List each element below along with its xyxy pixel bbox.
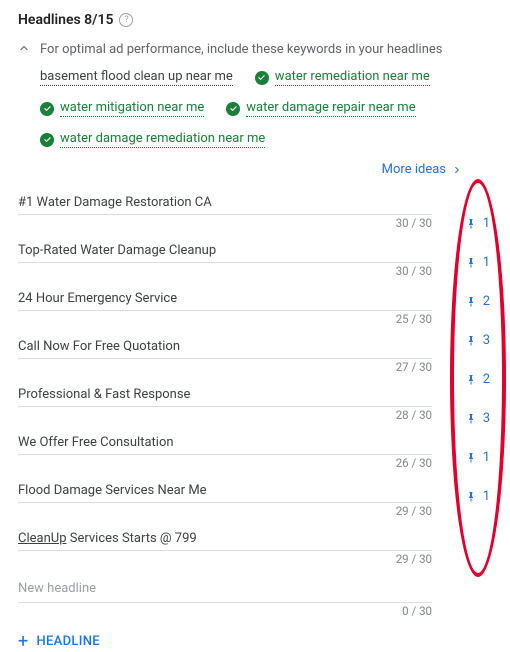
pin-indicator[interactable]: 3 <box>465 333 490 348</box>
pins-column: 1 1 2 3 2 3 1 1 <box>465 216 490 504</box>
keyword-text: water damage remediation near me <box>60 131 265 148</box>
headline-text: #1 Water Damage Restoration CA <box>18 195 212 211</box>
headline-row[interactable]: Top-Rated Water Damage Cleanup 30 / 30 <box>18 233 432 263</box>
keyword-text: water remediation near me <box>275 69 430 86</box>
pin-indicator[interactable]: 1 <box>465 216 490 231</box>
headlines-title: Headlines 8/15 <box>18 12 113 28</box>
suggestion-intro-text: For optimal ad performance, include thes… <box>40 42 442 57</box>
headline-char-count: 29 / 30 <box>396 552 432 566</box>
keyword-item[interactable]: water damage repair near me <box>226 100 415 117</box>
headline-char-count: 30 / 30 <box>396 216 432 230</box>
headline-row[interactable]: CleanUp Services Starts @ 799 29 / 30 <box>18 521 432 551</box>
headline-text: CleanUp Services Starts @ 799 <box>18 531 197 547</box>
more-ideas-label: More ideas <box>382 162 446 177</box>
help-icon[interactable]: ? <box>119 13 133 27</box>
headline-row[interactable]: Call Now For Free Quotation 27 / 30 <box>18 329 432 359</box>
check-icon <box>40 133 54 147</box>
pin-icon <box>465 490 477 504</box>
headline-row[interactable]: We Offer Free Consultation 26 / 30 <box>18 425 432 455</box>
headline-char-count: 30 / 30 <box>396 264 432 278</box>
headline-text: Professional & Fast Response <box>18 387 190 403</box>
headlines-header: Headlines 8/15 ? <box>18 12 492 28</box>
keyword-item[interactable]: basement flood clean up near me <box>40 69 233 86</box>
more-ideas-link[interactable]: More ideas <box>382 162 462 177</box>
check-icon <box>40 102 54 116</box>
keyword-text: basement flood clean up near me <box>40 69 233 86</box>
pin-icon <box>465 217 477 231</box>
keyword-suggestions: basement flood clean up near me water re… <box>18 69 492 148</box>
pin-icon <box>465 373 477 387</box>
pin-icon <box>465 412 477 426</box>
headline-text: 24 Hour Emergency Service <box>18 291 177 307</box>
pin-indicator[interactable]: 3 <box>465 411 490 426</box>
add-headline-button[interactable]: + HEADLINE <box>18 631 100 652</box>
pin-indicator[interactable]: 2 <box>465 372 490 387</box>
check-icon <box>255 71 269 85</box>
pin-indicator[interactable]: 1 <box>465 450 490 465</box>
keyword-item[interactable]: water remediation near me <box>255 69 430 86</box>
pin-icon <box>465 256 477 270</box>
suggestion-intro-row[interactable]: For optimal ad performance, include thes… <box>18 42 492 57</box>
headline-row[interactable]: Flood Damage Services Near Me 29 / 30 <box>18 473 432 503</box>
pin-icon <box>465 334 477 348</box>
pin-indicator[interactable]: 1 <box>465 489 490 504</box>
plus-icon: + <box>18 631 29 652</box>
check-icon <box>226 102 240 116</box>
pin-indicator[interactable]: 2 <box>465 294 490 309</box>
pin-icon <box>465 295 477 309</box>
headline-char-count: 26 / 30 <box>396 456 432 470</box>
headline-char-count: 25 / 30 <box>396 312 432 326</box>
headline-char-count: 27 / 30 <box>396 360 432 374</box>
headline-char-count: 29 / 30 <box>396 504 432 518</box>
pin-indicator[interactable]: 1 <box>465 255 490 270</box>
headlines-list: #1 Water Damage Restoration CA 30 / 30 T… <box>18 185 432 603</box>
headline-char-count: 28 / 30 <box>396 408 432 422</box>
new-headline-input[interactable]: New headline 0 / 30 <box>18 569 432 603</box>
headline-text: Top-Rated Water Damage Cleanup <box>18 243 216 259</box>
headline-text: Flood Damage Services Near Me <box>18 483 207 499</box>
headline-row[interactable]: #1 Water Damage Restoration CA 30 / 30 <box>18 185 432 215</box>
keyword-text: water mitigation near me <box>60 100 204 117</box>
more-ideas-row: More ideas <box>18 162 462 177</box>
pin-icon <box>465 451 477 465</box>
headline-text: We Offer Free Consultation <box>18 435 174 451</box>
keyword-item[interactable]: water mitigation near me <box>40 100 204 117</box>
chevron-right-icon <box>452 165 462 175</box>
chevron-up-icon <box>18 42 30 57</box>
keyword-text: water damage repair near me <box>246 100 415 117</box>
headline-text: Call Now For Free Quotation <box>18 339 180 355</box>
headline-row[interactable]: 24 Hour Emergency Service 25 / 30 <box>18 281 432 311</box>
add-headline-label: HEADLINE <box>37 634 100 649</box>
new-headline-char-count: 0 / 30 <box>402 604 432 618</box>
new-headline-placeholder: New headline <box>18 581 96 596</box>
headline-row[interactable]: Professional & Fast Response 28 / 30 <box>18 377 432 407</box>
keyword-item[interactable]: water damage remediation near me <box>40 131 265 148</box>
